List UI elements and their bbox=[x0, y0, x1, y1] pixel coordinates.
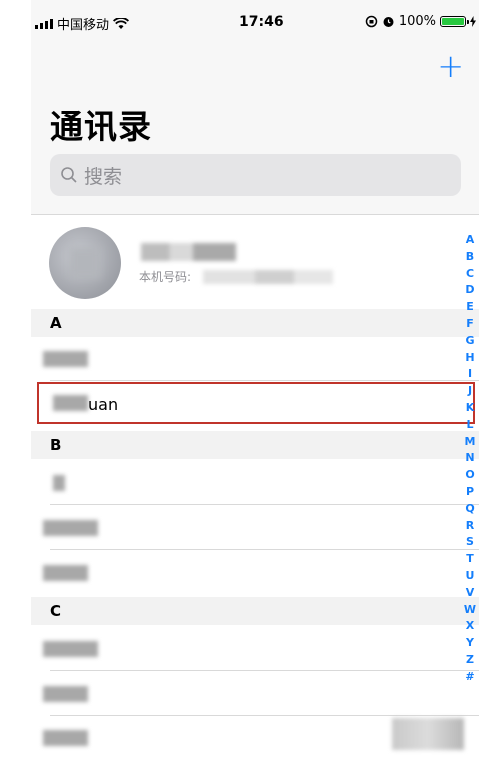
index-letter-n[interactable]: N bbox=[462, 450, 478, 467]
contact-name-redacted bbox=[43, 686, 88, 702]
avatar bbox=[49, 227, 121, 299]
index-letter-x[interactable]: X bbox=[462, 618, 478, 635]
contacts-screen: 中国移动 17:46 100% + 通讯录 搜索 本机号码: A uan B C… bbox=[0, 0, 479, 759]
wifi-icon bbox=[113, 17, 130, 29]
contact-name-redacted bbox=[43, 351, 88, 367]
index-letter-w[interactable]: W bbox=[462, 602, 478, 619]
redacted-area bbox=[392, 718, 464, 750]
index-letter-z[interactable]: Z bbox=[462, 652, 478, 669]
section-header-a: A bbox=[31, 309, 479, 337]
index-letter-hash[interactable]: # bbox=[462, 669, 478, 686]
contact-row[interactable] bbox=[31, 337, 479, 381]
my-number-label: 本机号码: bbox=[139, 270, 192, 284]
index-letter-p[interactable]: P bbox=[462, 484, 478, 501]
battery-fill bbox=[442, 18, 464, 25]
charging-bolt-icon bbox=[470, 16, 476, 27]
status-left: 中国移动 bbox=[35, 14, 130, 33]
row-divider bbox=[50, 670, 479, 671]
carrier-label: 中国移动 bbox=[57, 18, 110, 33]
section-letter: A bbox=[50, 314, 62, 332]
index-letter-r[interactable]: R bbox=[462, 518, 478, 535]
index-letter-y[interactable]: Y bbox=[462, 635, 478, 652]
index-letter-s[interactable]: S bbox=[462, 534, 478, 551]
contact-name-redacted bbox=[43, 565, 88, 581]
index-letter-q[interactable]: Q bbox=[462, 501, 478, 518]
section-header-b: B bbox=[31, 431, 479, 459]
status-bar: 中国移动 17:46 100% bbox=[31, 0, 479, 36]
section-letter: B bbox=[50, 436, 62, 454]
add-contact-button[interactable]: + bbox=[437, 50, 464, 82]
search-placeholder: 搜索 bbox=[84, 165, 123, 188]
contact-row[interactable] bbox=[31, 551, 479, 595]
index-letter-b[interactable]: B bbox=[462, 249, 478, 266]
search-icon bbox=[61, 167, 77, 183]
contact-name-redacted bbox=[43, 641, 98, 657]
index-letter-e[interactable]: E bbox=[462, 299, 478, 316]
section-header-c: C bbox=[31, 597, 479, 625]
index-letter-l[interactable]: L bbox=[462, 417, 478, 434]
contact-row[interactable] bbox=[31, 627, 479, 671]
search-field[interactable]: 搜索 bbox=[50, 154, 461, 196]
section-letter: C bbox=[50, 602, 62, 620]
index-letter-g[interactable]: G bbox=[462, 333, 478, 350]
index-letter-c[interactable]: C bbox=[462, 266, 478, 283]
clock: 17:46 bbox=[239, 14, 284, 30]
index-letter-j[interactable]: J bbox=[462, 383, 478, 400]
index-letter-k[interactable]: K bbox=[462, 400, 478, 417]
my-card[interactable]: 本机号码: bbox=[31, 214, 479, 309]
index-letter-i[interactable]: I bbox=[462, 366, 478, 383]
row-divider bbox=[50, 549, 479, 550]
index-letter-d[interactable]: D bbox=[462, 282, 478, 299]
highlight-box bbox=[37, 382, 475, 424]
my-number-redacted bbox=[203, 269, 334, 284]
page-title: 通讯录 bbox=[50, 107, 152, 146]
my-name-redacted bbox=[141, 243, 236, 261]
contact-row[interactable] bbox=[31, 506, 479, 550]
contact-name-redacted bbox=[43, 730, 88, 746]
signal-icon bbox=[35, 18, 53, 29]
index-letter-a[interactable]: A bbox=[462, 232, 478, 249]
contact-row[interactable] bbox=[31, 672, 479, 716]
top-area: 中国移动 17:46 100% + 通讯录 搜索 bbox=[31, 0, 479, 214]
index-letter-u[interactable]: U bbox=[462, 568, 478, 585]
index-letter-o[interactable]: O bbox=[462, 467, 478, 484]
alarm-icon bbox=[383, 17, 394, 27]
index-letter-f[interactable]: F bbox=[462, 316, 478, 333]
rotation-lock-icon bbox=[365, 15, 378, 28]
index-letter-t[interactable]: T bbox=[462, 551, 478, 568]
alphabet-index[interactable]: A B C D E F G H I J K L M N O P Q R S T U V W X Y Z # bbox=[462, 232, 478, 686]
contact-name-redacted bbox=[43, 520, 98, 536]
index-letter-v[interactable]: V bbox=[462, 585, 478, 602]
battery-percent: 100% bbox=[398, 14, 436, 29]
index-letter-h[interactable]: H bbox=[462, 350, 478, 367]
battery-icon bbox=[440, 16, 469, 27]
contact-row[interactable] bbox=[31, 461, 479, 505]
index-letter-m[interactable]: M bbox=[462, 434, 478, 451]
my-number-row: 本机号码: bbox=[139, 268, 334, 285]
status-right: 100% bbox=[365, 14, 476, 29]
row-divider bbox=[50, 504, 479, 505]
contact-name-redacted bbox=[53, 475, 65, 491]
